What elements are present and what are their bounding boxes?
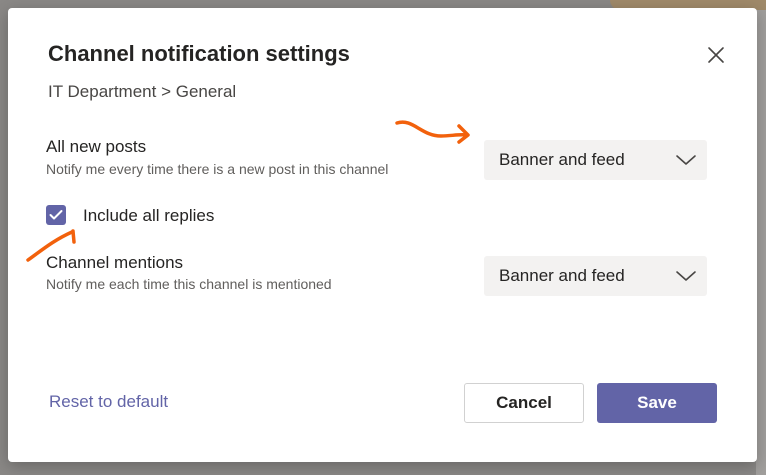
dialog-title: Channel notification settings — [48, 41, 350, 66]
cancel-button[interactable]: Cancel — [464, 383, 584, 423]
include-replies-checkbox[interactable] — [46, 205, 66, 225]
dropdown-value: Banner and feed — [499, 150, 625, 169]
chevron-down-icon — [675, 269, 697, 283]
channel-mentions-description: Notify me each time this channel is ment… — [46, 276, 332, 292]
all-new-posts-title: All new posts — [46, 137, 147, 156]
checkmark-icon — [49, 210, 63, 220]
channel-mentions-dropdown[interactable]: Banner and feed — [484, 256, 707, 296]
all-new-posts-description: Notify me every time there is a new post… — [46, 161, 389, 177]
close-icon[interactable] — [705, 44, 727, 66]
annotation-arrow-icon — [395, 120, 470, 144]
include-replies-label[interactable]: Include all replies — [83, 206, 214, 226]
notification-settings-dialog: Channel notification settings IT Departm… — [8, 8, 757, 462]
chevron-down-icon — [675, 153, 697, 167]
save-button[interactable]: Save — [597, 383, 717, 423]
breadcrumb: IT Department > General — [48, 82, 237, 101]
annotation-arrow-icon — [26, 229, 76, 262]
dropdown-value: Banner and feed — [499, 266, 625, 285]
all-new-posts-dropdown[interactable]: Banner and feed — [484, 140, 707, 180]
background-app-edge — [756, 0, 766, 475]
reset-to-default-link[interactable]: Reset to default — [49, 392, 168, 412]
